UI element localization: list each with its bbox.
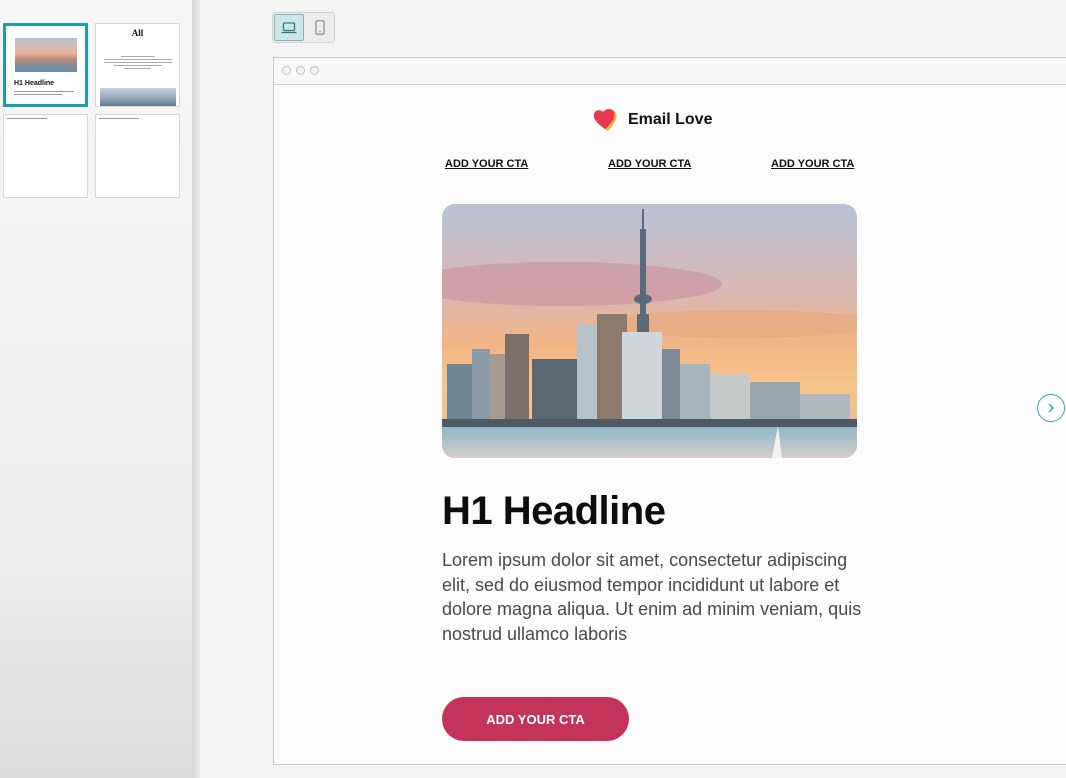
window-dot — [282, 66, 291, 75]
email-headline: H1 Headline — [442, 489, 666, 533]
chevron-right-icon — [1048, 403, 1055, 413]
email-body-text: Lorem ipsum dolor sit amet, consectetur … — [442, 550, 862, 644]
email-logo[interactable]: Email Love — [592, 108, 712, 132]
device-toggle — [272, 12, 335, 43]
nav-cta-link-2[interactable]: ADD YOUR CTA — [608, 158, 691, 170]
thumbnail-text-lines — [99, 118, 139, 121]
thumbnail-template-1[interactable]: H1 Headline — [3, 23, 88, 107]
email-nav: ADD YOUR CTA ADD YOUR CTA ADD YOUR CTA — [445, 158, 854, 178]
laptop-icon — [281, 21, 297, 33]
thumbnail-template-2[interactable]: All — [95, 23, 180, 107]
thumbnail-headline: H1 Headline — [14, 80, 55, 87]
thumbnail-text-lines — [7, 118, 47, 121]
email-preview-frame: Email Love ADD YOUR CTA ADD YOUR CTA ADD… — [273, 57, 1066, 765]
thumbnail-text-lines — [104, 56, 172, 71]
email-cta-button[interactable]: ADD YOUR CTA — [442, 697, 629, 741]
thumbnail-logo: All — [131, 28, 144, 38]
nav-cta-link-3[interactable]: ADD YOUR CTA — [771, 158, 854, 170]
hero-image — [442, 204, 857, 458]
window-dot — [296, 66, 305, 75]
thumbnail-template-4[interactable] — [95, 114, 180, 198]
mobile-view-button[interactable] — [305, 14, 335, 41]
thumbnail-template-3[interactable] — [3, 114, 88, 198]
browser-title-bar — [274, 58, 1066, 85]
desktop-view-button[interactable] — [274, 14, 304, 41]
city-skyline-image — [442, 204, 857, 458]
heart-logo-icon — [593, 109, 617, 131]
thumbnail-hero-image — [15, 38, 77, 72]
template-thumbnail-panel: H1 Headline All — [0, 0, 192, 778]
nav-cta-link-1[interactable]: ADD YOUR CTA — [445, 158, 528, 170]
panel-divider[interactable] — [192, 0, 200, 778]
window-dot — [310, 66, 319, 75]
logo-text: Email Love — [628, 111, 713, 128]
phone-icon — [315, 20, 325, 35]
thumbnail-text-lines — [14, 91, 74, 97]
thumbnail-building-image — [100, 88, 176, 106]
next-template-button[interactable] — [1037, 394, 1065, 422]
